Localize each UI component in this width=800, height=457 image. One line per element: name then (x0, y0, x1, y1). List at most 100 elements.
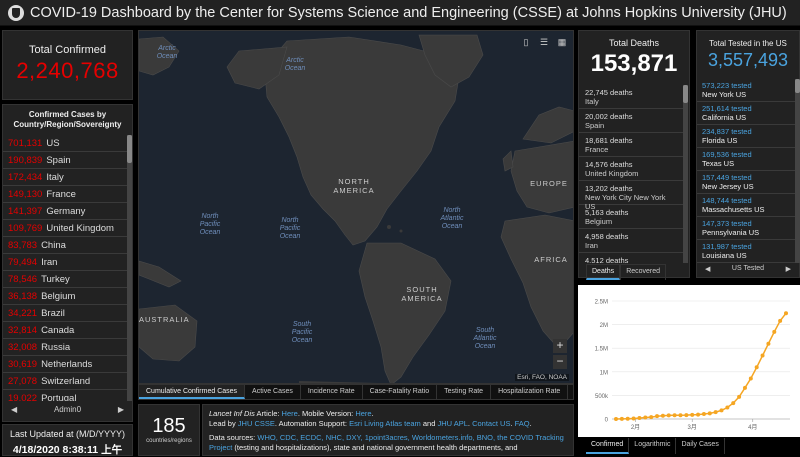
confirmed-list[interactable]: 701,131 US 190,839 Spain 172,434 Italy 149,130… (3, 135, 127, 401)
tested-row[interactable]: 148,744 tested Massachusetts US (697, 194, 795, 217)
data-point[interactable] (737, 394, 742, 399)
data-point[interactable] (696, 412, 701, 417)
deaths-tab[interactable]: Deaths (586, 264, 621, 280)
data-point[interactable] (772, 329, 777, 334)
data-point[interactable] (725, 405, 730, 410)
bookmark-icon[interactable]: ▯ (519, 35, 533, 49)
map-tab[interactable]: Hospitalization Rate (491, 385, 569, 399)
data-point[interactable] (707, 411, 712, 416)
deaths-tab[interactable]: Recovered (620, 264, 667, 280)
data-point[interactable] (748, 376, 753, 381)
chart-tab[interactable]: Daily Cases (676, 438, 725, 454)
mobile-version-link[interactable]: Here (355, 409, 371, 418)
tested-list-scrollbar[interactable] (795, 79, 800, 263)
jhu-csse-link[interactable]: JHU CSSE (238, 419, 275, 428)
data-point[interactable] (672, 413, 677, 418)
tested-row[interactable]: 251,614 tested California US (697, 102, 795, 125)
country-row[interactable]: 172,434 Italy (3, 169, 127, 186)
total-tested-panel[interactable]: Total Tested in the US 3,557,493 573,223… (696, 30, 800, 278)
tested-row[interactable]: 573,223 tested New York US (697, 79, 795, 102)
tested-row[interactable]: 157,449 tested New Jersey US (697, 171, 795, 194)
country-row[interactable]: 32,814 Canada (3, 322, 127, 339)
country-row[interactable]: 32,008 Russia (3, 339, 127, 356)
data-point[interactable] (637, 416, 642, 421)
data-point[interactable] (701, 412, 706, 417)
confirmed-list-scroll-thumb[interactable] (127, 135, 132, 163)
faq-link[interactable]: FAQ (515, 419, 530, 428)
tested-list-scroll-thumb[interactable] (795, 79, 800, 93)
deaths-row[interactable]: 4,958 deaths Iran (579, 229, 683, 253)
data-point[interactable] (678, 413, 683, 418)
map-tab[interactable]: Cumulative Confirmed Cases (139, 385, 246, 399)
deaths-list[interactable]: 22,745 deaths Italy 20,002 deaths Spain 18,6… (579, 85, 683, 263)
data-point[interactable] (684, 413, 689, 418)
deaths-list-scroll-thumb[interactable] (683, 85, 688, 103)
world-map[interactable]: Arctic Ocean Arctic Ocean North Pacific … (138, 30, 574, 384)
country-row[interactable]: 79,494 Iran (3, 254, 127, 271)
data-point[interactable] (766, 341, 771, 346)
data-point[interactable] (660, 413, 665, 418)
data-point[interactable] (666, 413, 671, 418)
country-row[interactable]: 190,839 Spain (3, 152, 127, 169)
data-point[interactable] (690, 412, 695, 417)
deaths-row[interactable]: 18,681 deaths France (579, 133, 683, 157)
data-point[interactable] (619, 416, 624, 421)
data-point[interactable] (742, 385, 747, 390)
list-icon[interactable]: ☰ (537, 35, 551, 49)
map-tab[interactable]: Testing Rate (437, 385, 492, 399)
country-row[interactable]: 78,546 Turkey (3, 271, 127, 288)
data-point[interactable] (614, 416, 618, 421)
deaths-row[interactable]: 5,163 deaths Belgium (579, 205, 683, 229)
deaths-list-scrollbar[interactable] (683, 85, 688, 263)
map-tab[interactable]: Case-Fatality Ratio (363, 385, 438, 399)
data-point[interactable] (713, 410, 718, 415)
chart-tab[interactable]: Logarithmic (629, 438, 677, 454)
zoom-in-button[interactable]: + (553, 339, 567, 353)
deaths-row[interactable]: 14,576 deaths United Kingdom (579, 157, 683, 181)
contact-us-link[interactable]: Contact US (472, 419, 510, 428)
chart-tab[interactable]: Confirmed (586, 438, 630, 454)
country-row[interactable]: 149,130 France (3, 186, 127, 203)
data-point[interactable] (760, 353, 765, 358)
deaths-row[interactable]: 20,002 deaths Spain (579, 109, 683, 133)
confirmed-by-country-panel[interactable]: Confirmed Cases by Country/Region/Sovere… (2, 104, 133, 422)
next-arrow-icon[interactable]: ▶ (786, 265, 791, 277)
tested-row[interactable]: 147,373 tested Pennsylvania US (697, 217, 795, 240)
country-row[interactable]: 701,131 US (3, 135, 127, 152)
next-arrow-icon[interactable]: ▶ (118, 405, 124, 414)
total-deaths-panel[interactable]: Total Deaths 153,871 22,745 deaths Italy 2… (578, 30, 690, 278)
data-point[interactable] (655, 414, 660, 419)
map-tab[interactable]: Active Cases (245, 385, 301, 399)
country-row[interactable]: 141,397 Germany (3, 203, 127, 220)
data-point[interactable] (731, 401, 736, 406)
data-point[interactable] (784, 311, 788, 316)
article-link[interactable]: Here (282, 409, 298, 418)
prev-arrow-icon[interactable]: ◀ (11, 405, 17, 414)
deaths-row[interactable]: 22,745 deaths Italy (579, 85, 683, 109)
basemap-grid-icon[interactable]: ▦ (555, 35, 569, 49)
data-point[interactable] (643, 415, 648, 420)
country-row[interactable]: 27,078 Switzerland (3, 373, 127, 390)
deaths-row[interactable]: 4,512 deaths (579, 253, 683, 263)
deaths-row[interactable]: 13,202 deaths New York City New York US (579, 181, 683, 211)
zoom-out-button[interactable]: − (553, 355, 567, 369)
tested-row[interactable]: 169,536 tested Texas US (697, 148, 795, 171)
tested-row[interactable]: 234,837 tested Florida US (697, 125, 795, 148)
map-tab[interactable]: Incidence Rate (301, 385, 363, 399)
jhu-apl-link[interactable]: JHU APL (437, 419, 467, 428)
tested-row[interactable]: 131,987 tested Louisiana US (697, 240, 795, 263)
esri-link[interactable]: Esri Living Atlas team (349, 419, 421, 428)
tested-list[interactable]: 573,223 tested New York US 251,614 tested C… (697, 79, 795, 263)
data-point[interactable] (649, 415, 654, 420)
prev-arrow-icon[interactable]: ◀ (705, 265, 710, 277)
country-row[interactable]: 83,783 China (3, 237, 127, 254)
data-point[interactable] (778, 318, 783, 323)
data-point[interactable] (625, 416, 630, 421)
confirmed-list-scrollbar[interactable] (127, 135, 132, 401)
country-row[interactable]: 109,769 United Kingdom (3, 220, 127, 237)
data-point[interactable] (719, 408, 724, 413)
country-row[interactable]: 34,221 Brazil (3, 305, 127, 322)
confirmed-cases-chart[interactable]: 0 500k 1M 1.5M 2M 2.5M 2月 3月 4月 (578, 285, 800, 437)
data-point[interactable] (631, 416, 636, 421)
country-row[interactable]: 30,619 Netherlands (3, 356, 127, 373)
